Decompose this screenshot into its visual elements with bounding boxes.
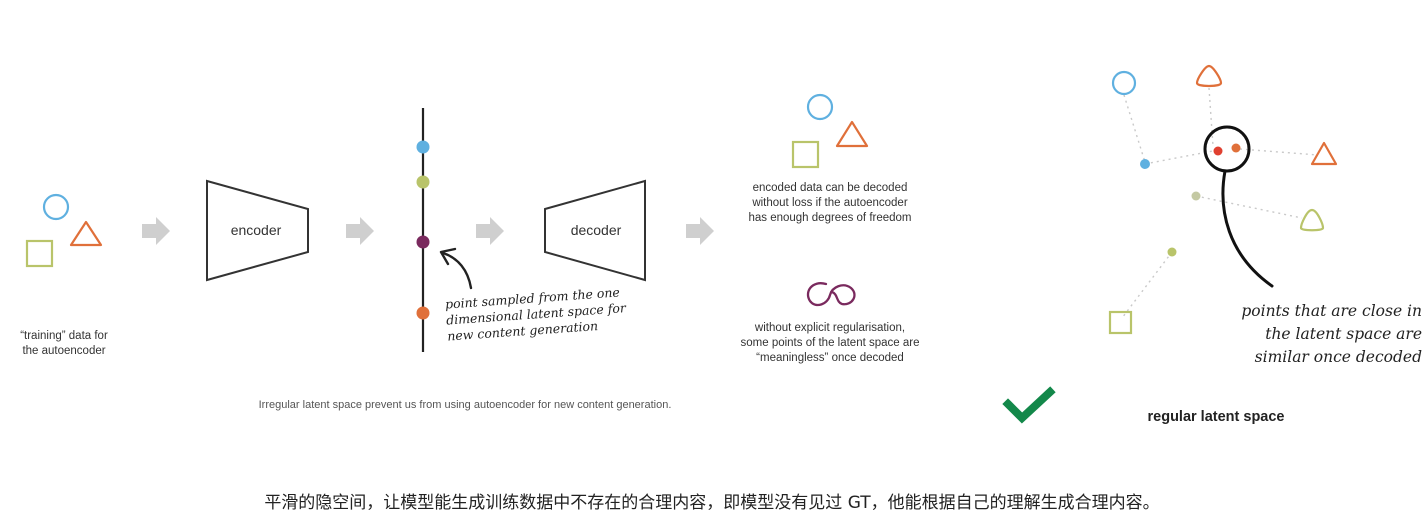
triangle-icon (835, 120, 869, 148)
latent-point-orange (416, 306, 430, 320)
close-points-note: points that are close in the latent spac… (1241, 302, 1422, 366)
close-points-ring (1203, 125, 1251, 173)
meaningless-note: without explicit regularisation, some po… (740, 322, 920, 364)
triangle-icon (1310, 141, 1338, 166)
chinese-caption: 平滑的隐空间，让模型能生成训练数据中不存在的合理内容，即模型没有见过 GT，他能… (264, 493, 1160, 513)
lossless-note: encoded data can be decoded without loss… (748, 182, 912, 224)
regular-latent-title: regular latent space (1147, 409, 1285, 425)
pointer-line (1221, 169, 1274, 288)
scribble-icon (806, 282, 856, 307)
square-icon (1108, 310, 1133, 335)
square-icon (791, 140, 820, 169)
latent-point-green (416, 175, 430, 189)
latent-point-blue (416, 140, 430, 154)
training-data-label: “training” data for the autoencoder (20, 330, 108, 357)
latent-point-blue (1140, 159, 1150, 169)
curved-arrow (441, 251, 473, 290)
triangle-icon (1195, 64, 1223, 88)
latent-point-green (1167, 247, 1177, 257)
decoder-label: decoder (570, 222, 622, 238)
circle-icon (806, 93, 834, 121)
irregular-caption: Irregular latent space prevent us from u… (258, 399, 672, 411)
circle-icon (42, 193, 70, 221)
latent-point-gray (1191, 191, 1201, 201)
latent-point-purple (416, 235, 430, 249)
encoder-label: encoder (230, 222, 282, 238)
latent-point-red (1213, 146, 1223, 156)
autoencoder-latent-space-diagram (25, 64, 1338, 424)
triangle-icon (69, 220, 103, 247)
circle-icon (1111, 70, 1137, 96)
triangle-icon (1299, 208, 1325, 232)
square-icon (25, 239, 54, 268)
latent-point-orange (1231, 143, 1241, 153)
checkmark-icon (1002, 386, 1056, 424)
